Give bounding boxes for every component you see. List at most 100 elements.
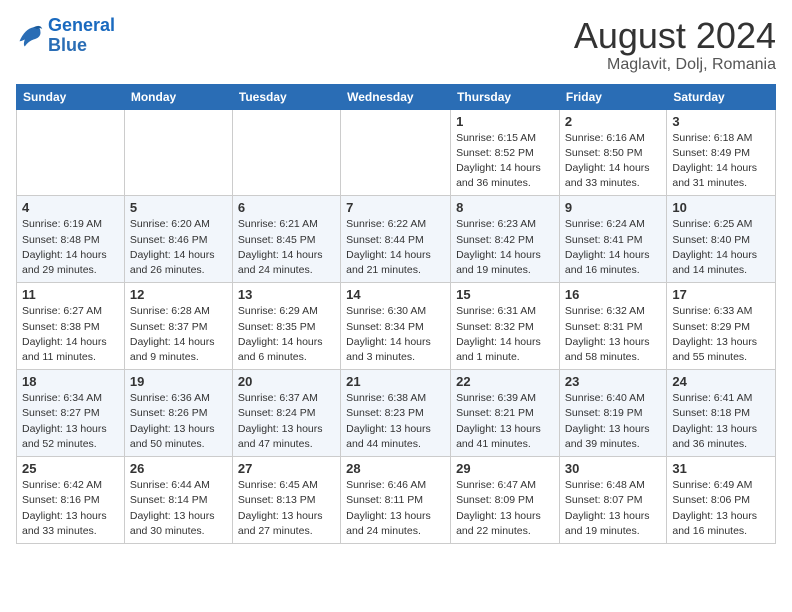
day-number: 12	[130, 287, 227, 302]
calendar-cell: 16 Sunrise: 6:32 AM Sunset: 8:31 PM Dayli…	[559, 283, 666, 370]
calendar-cell: 21Sunrise: 6:38 AM Sunset: 8:23 PM Dayli…	[341, 370, 451, 457]
day-info: Sunrise: 6:24 AM Sunset: 8:41 PM Dayligh…	[565, 217, 661, 278]
title-block: August 2024 Maglavit, Dolj, Romania	[574, 16, 776, 74]
day-number: 17	[672, 287, 770, 302]
day-info: Sunrise: 6:15 AM Sunset: 8:52 PM Dayligh…	[456, 131, 554, 192]
calendar-cell: 23 Sunrise: 6:40 AM Sunset: 8:19 PM Dayli…	[559, 370, 666, 457]
day-number: 25	[22, 461, 119, 476]
calendar-cell: 1Sunrise: 6:15 AM Sunset: 8:52 PM Daylig…	[451, 109, 560, 196]
day-number: 26	[130, 461, 227, 476]
day-info: Sunrise: 6:16 AM Sunset: 8:50 PM Dayligh…	[565, 131, 661, 192]
calendar-cell	[232, 109, 340, 196]
header-wednesday: Wednesday	[341, 84, 451, 109]
day-info: Sunrise: 6:22 AM Sunset: 8:44 PM Dayligh…	[346, 217, 445, 278]
week-row-3: 11 Sunrise: 6:27 AM Sunset: 8:38 PM Dayli…	[17, 283, 776, 370]
day-info: Sunrise: 6:42 AM Sunset: 8:16 PM Dayligh…	[22, 478, 119, 539]
week-row-4: 18Sunrise: 6:34 AM Sunset: 8:27 PM Dayli…	[17, 370, 776, 457]
day-number: 18	[22, 374, 119, 389]
day-info: Sunrise: 6:44 AM Sunset: 8:14 PM Dayligh…	[130, 478, 227, 539]
logo-icon	[16, 22, 44, 50]
day-info: Sunrise: 6:23 AM Sunset: 8:42 PM Dayligh…	[456, 217, 554, 278]
calendar-cell	[341, 109, 451, 196]
week-row-1: 1Sunrise: 6:15 AM Sunset: 8:52 PM Daylig…	[17, 109, 776, 196]
header-tuesday: Tuesday	[232, 84, 340, 109]
day-info: Sunrise: 6:25 AM Sunset: 8:40 PM Dayligh…	[672, 217, 770, 278]
week-row-2: 4 Sunrise: 6:19 AM Sunset: 8:48 PM Daylig…	[17, 196, 776, 283]
calendar-cell: 15Sunrise: 6:31 AM Sunset: 8:32 PM Dayli…	[451, 283, 560, 370]
week-row-5: 25 Sunrise: 6:42 AM Sunset: 8:16 PM Dayli…	[17, 457, 776, 544]
day-number: 9	[565, 200, 661, 215]
day-info: Sunrise: 6:47 AM Sunset: 8:09 PM Dayligh…	[456, 478, 554, 539]
calendar-cell: 7 Sunrise: 6:22 AM Sunset: 8:44 PM Daylig…	[341, 196, 451, 283]
day-info: Sunrise: 6:45 AM Sunset: 8:13 PM Dayligh…	[238, 478, 335, 539]
day-info: Sunrise: 6:38 AM Sunset: 8:23 PM Dayligh…	[346, 391, 445, 452]
day-number: 7	[346, 200, 445, 215]
day-number: 30	[565, 461, 661, 476]
header-thursday: Thursday	[451, 84, 560, 109]
day-info: Sunrise: 6:40 AM Sunset: 8:19 PM Dayligh…	[565, 391, 661, 452]
calendar-cell: 29 Sunrise: 6:47 AM Sunset: 8:09 PM Dayli…	[451, 457, 560, 544]
day-number: 5	[130, 200, 227, 215]
day-info: Sunrise: 6:20 AM Sunset: 8:46 PM Dayligh…	[130, 217, 227, 278]
day-info: Sunrise: 6:49 AM Sunset: 8:06 PM Dayligh…	[672, 478, 770, 539]
calendar-cell: 12 Sunrise: 6:28 AM Sunset: 8:37 PM Dayli…	[124, 283, 232, 370]
day-number: 31	[672, 461, 770, 476]
header-monday: Monday	[124, 84, 232, 109]
day-number: 11	[22, 287, 119, 302]
calendar-cell: 11 Sunrise: 6:27 AM Sunset: 8:38 PM Dayli…	[17, 283, 125, 370]
header: General Blue August 2024 Maglavit, Dolj,…	[16, 16, 776, 74]
calendar-cell: 8Sunrise: 6:23 AM Sunset: 8:42 PM Daylig…	[451, 196, 560, 283]
day-info: Sunrise: 6:19 AM Sunset: 8:48 PM Dayligh…	[22, 217, 119, 278]
calendar-cell: 19Sunrise: 6:36 AM Sunset: 8:26 PM Dayli…	[124, 370, 232, 457]
calendar-cell: 22Sunrise: 6:39 AM Sunset: 8:21 PM Dayli…	[451, 370, 560, 457]
header-sunday: Sunday	[17, 84, 125, 109]
month-title: August 2024	[574, 16, 776, 56]
calendar-cell: 6Sunrise: 6:21 AM Sunset: 8:45 PM Daylig…	[232, 196, 340, 283]
day-info: Sunrise: 6:27 AM Sunset: 8:38 PM Dayligh…	[22, 304, 119, 365]
location-title: Maglavit, Dolj, Romania	[574, 56, 776, 74]
calendar-cell: 13 Sunrise: 6:29 AM Sunset: 8:35 PM Dayli…	[232, 283, 340, 370]
day-info: Sunrise: 6:30 AM Sunset: 8:34 PM Dayligh…	[346, 304, 445, 365]
day-number: 15	[456, 287, 554, 302]
calendar-cell	[124, 109, 232, 196]
day-number: 2	[565, 114, 661, 129]
day-number: 10	[672, 200, 770, 215]
logo: General Blue	[16, 16, 115, 56]
day-number: 22	[456, 374, 554, 389]
day-number: 28	[346, 461, 445, 476]
day-number: 29	[456, 461, 554, 476]
day-info: Sunrise: 6:48 AM Sunset: 8:07 PM Dayligh…	[565, 478, 661, 539]
day-info: Sunrise: 6:32 AM Sunset: 8:31 PM Dayligh…	[565, 304, 661, 365]
day-number: 23	[565, 374, 661, 389]
day-info: Sunrise: 6:28 AM Sunset: 8:37 PM Dayligh…	[130, 304, 227, 365]
day-number: 16	[565, 287, 661, 302]
calendar-cell: 30 Sunrise: 6:48 AM Sunset: 8:07 PM Dayli…	[559, 457, 666, 544]
calendar-cell: 18Sunrise: 6:34 AM Sunset: 8:27 PM Dayli…	[17, 370, 125, 457]
calendar-cell: 27 Sunrise: 6:45 AM Sunset: 8:13 PM Dayli…	[232, 457, 340, 544]
page: General Blue August 2024 Maglavit, Dolj,…	[0, 0, 792, 612]
calendar-cell: 14 Sunrise: 6:30 AM Sunset: 8:34 PM Dayli…	[341, 283, 451, 370]
calendar-cell: 25 Sunrise: 6:42 AM Sunset: 8:16 PM Dayli…	[17, 457, 125, 544]
day-info: Sunrise: 6:21 AM Sunset: 8:45 PM Dayligh…	[238, 217, 335, 278]
day-info: Sunrise: 6:41 AM Sunset: 8:18 PM Dayligh…	[672, 391, 770, 452]
day-number: 27	[238, 461, 335, 476]
day-info: Sunrise: 6:18 AM Sunset: 8:49 PM Dayligh…	[672, 131, 770, 192]
day-info: Sunrise: 6:29 AM Sunset: 8:35 PM Dayligh…	[238, 304, 335, 365]
day-number: 4	[22, 200, 119, 215]
calendar-cell: 31 Sunrise: 6:49 AM Sunset: 8:06 PM Dayli…	[667, 457, 776, 544]
calendar-cell: 10 Sunrise: 6:25 AM Sunset: 8:40 PM Dayli…	[667, 196, 776, 283]
day-number: 24	[672, 374, 770, 389]
calendar-cell: 4 Sunrise: 6:19 AM Sunset: 8:48 PM Daylig…	[17, 196, 125, 283]
day-number: 14	[346, 287, 445, 302]
calendar-cell	[17, 109, 125, 196]
calendar-cell: 24 Sunrise: 6:41 AM Sunset: 8:18 PM Dayli…	[667, 370, 776, 457]
calendar-cell: 20Sunrise: 6:37 AM Sunset: 8:24 PM Dayli…	[232, 370, 340, 457]
day-number: 13	[238, 287, 335, 302]
calendar-cell: 9 Sunrise: 6:24 AM Sunset: 8:41 PM Daylig…	[559, 196, 666, 283]
calendar: Sunday Monday Tuesday Wednesday Thursday…	[16, 84, 776, 544]
logo-text: General Blue	[48, 16, 115, 56]
day-info: Sunrise: 6:37 AM Sunset: 8:24 PM Dayligh…	[238, 391, 335, 452]
weekday-header-row: Sunday Monday Tuesday Wednesday Thursday…	[17, 84, 776, 109]
day-number: 19	[130, 374, 227, 389]
calendar-cell: 3Sunrise: 6:18 AM Sunset: 8:49 PM Daylig…	[667, 109, 776, 196]
